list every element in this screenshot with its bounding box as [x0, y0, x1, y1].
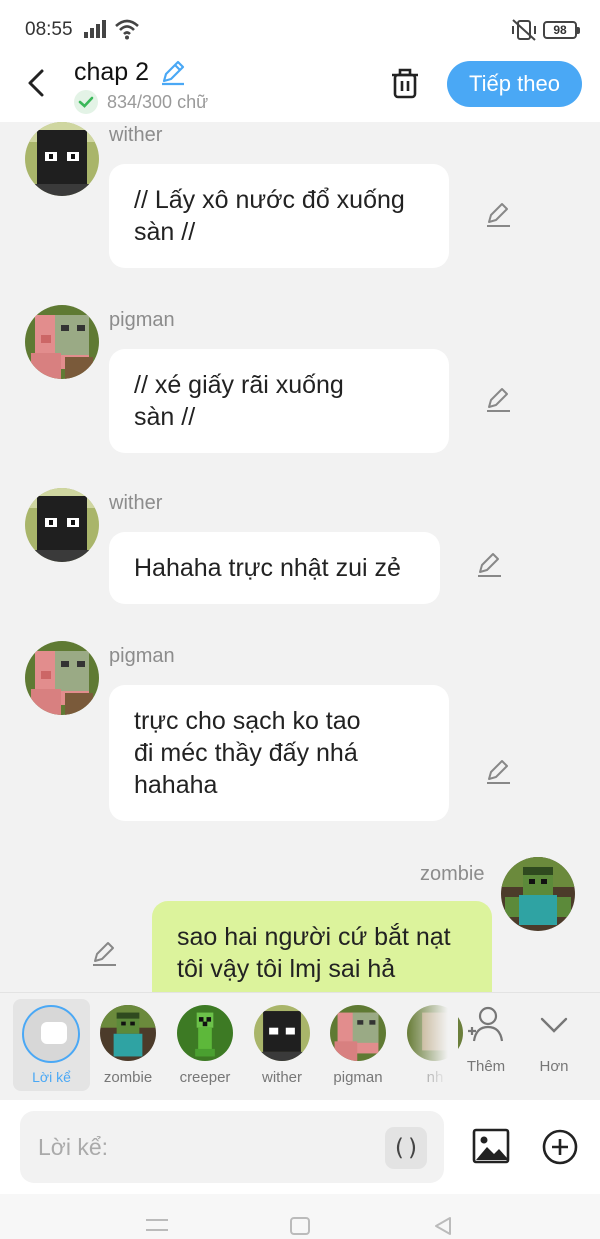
edit-message-icon[interactable] — [484, 757, 512, 785]
edit-message-icon[interactable] — [475, 550, 503, 578]
character-label: wither — [261, 1069, 302, 1086]
header: chap 2 834/300 chữ Tiếp theo — [0, 58, 600, 122]
message-bubble[interactable]: Hahaha trực nhật zui zẻ — [109, 532, 440, 604]
pigman-avatar[interactable] — [25, 305, 99, 379]
system-nav-bar — [0, 1194, 600, 1239]
add-label: Thêm — [466, 1058, 506, 1075]
vibrate-off-icon — [512, 19, 536, 41]
character-label: pigman — [333, 1069, 383, 1086]
message-input[interactable]: Lời kể: — [20, 1111, 444, 1183]
menu-icon[interactable] — [146, 1218, 168, 1232]
back-triangle-icon[interactable] — [432, 1216, 454, 1236]
wither-avatar — [254, 1005, 310, 1061]
home-icon[interactable] — [290, 1217, 310, 1235]
edit-title-icon[interactable] — [159, 58, 187, 86]
character-wither[interactable]: wither — [247, 1001, 317, 1086]
more-button[interactable]: Hơn — [524, 1003, 584, 1075]
chat-area[interactable]: wither // Lấy xô nước đổ xuống sàn // pi… — [0, 122, 600, 992]
message-bubble[interactable]: // Lấy xô nước đổ xuống sàn // — [109, 164, 449, 268]
pigman-avatar[interactable] — [25, 641, 99, 715]
signal-icon — [84, 20, 106, 38]
character-selector: Lời kể zombie creeper wither pigman nh — [0, 992, 600, 1100]
character-name: pigman — [109, 645, 175, 667]
character-name: wither — [109, 492, 163, 514]
trash-icon[interactable] — [389, 66, 421, 100]
add-character-button[interactable]: Thêm — [456, 1003, 516, 1075]
input-row: Lời kể: () — [0, 1100, 600, 1194]
check-circle-icon — [74, 90, 98, 114]
edit-message-icon[interactable] — [90, 939, 118, 967]
character-pigman[interactable]: pigman — [323, 1001, 393, 1086]
character-creeper[interactable]: creeper — [170, 1001, 240, 1086]
character-name: wither — [109, 124, 163, 146]
narrator-icon — [22, 1005, 80, 1063]
character-label: creeper — [179, 1069, 231, 1086]
wither-avatar[interactable] — [25, 122, 99, 196]
scroll-fade — [408, 993, 458, 1099]
character-zombie[interactable]: zombie — [93, 1001, 163, 1086]
wither-avatar[interactable] — [25, 488, 99, 562]
next-button[interactable]: Tiếp theo — [447, 61, 582, 107]
creeper-avatar — [177, 1005, 233, 1061]
chevron-down-icon — [540, 1017, 568, 1033]
status-time: 08:55 — [25, 19, 73, 40]
story-title: chap 2 — [74, 58, 150, 86]
back-arrow-icon[interactable] — [22, 66, 52, 100]
message-bubble[interactable]: // xé giấy rãi xuống sàn // — [109, 349, 449, 453]
more-label: Hơn — [539, 1058, 569, 1075]
wifi-icon — [115, 19, 139, 40]
add-person-icon — [468, 1006, 504, 1042]
edit-message-icon[interactable] — [484, 385, 512, 413]
character-name: pigman — [109, 309, 175, 331]
pigman-avatar — [330, 1005, 386, 1061]
narrator-label: Lời kể — [32, 1069, 71, 1085]
action-parenthesis-button[interactable]: () — [385, 1127, 427, 1169]
word-count: 834/300 chữ — [107, 92, 209, 112]
image-icon[interactable] — [472, 1128, 510, 1164]
add-icon[interactable] — [541, 1128, 579, 1166]
character-name: zombie — [420, 863, 485, 885]
message-bubble[interactable]: sao hai người cứ bắt nạt tôi vậy tôi lmj… — [152, 901, 492, 992]
character-label: zombie — [103, 1069, 153, 1086]
narrator-selector[interactable]: Lời kể — [13, 999, 90, 1091]
zombie-avatar — [100, 1005, 156, 1061]
status-bar: 08:55 98 — [0, 0, 600, 58]
battery-indicator: 98 — [543, 21, 580, 39]
edit-message-icon[interactable] — [484, 200, 512, 228]
message-bubble[interactable]: trực cho sạch ko tao đi méc thầy đấy nhá… — [109, 685, 449, 821]
zombie-avatar[interactable] — [501, 857, 575, 931]
